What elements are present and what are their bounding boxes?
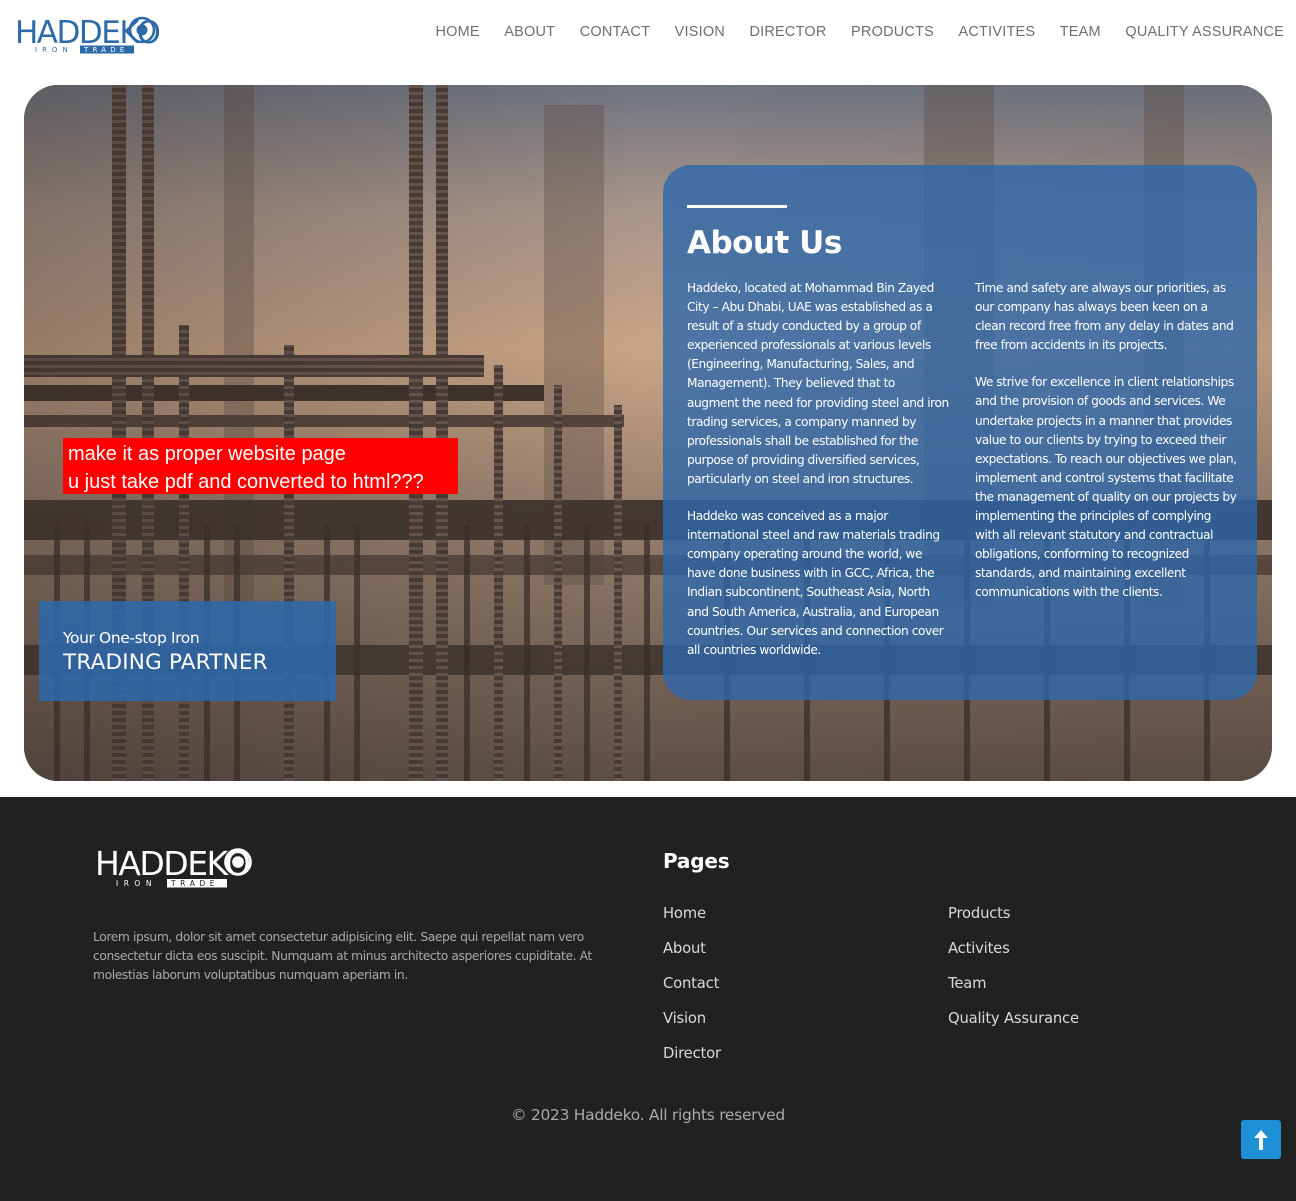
- footer-logo-dot: [232, 856, 244, 868]
- arrow-up-icon: [1254, 1129, 1268, 1150]
- footer-link-activites[interactable]: Activites: [948, 940, 1010, 957]
- list-item: Team: [948, 975, 1079, 1010]
- footer-link-contact[interactable]: Contact: [663, 975, 719, 992]
- nav-products[interactable]: PRODUCTS: [851, 24, 934, 40]
- list-item: Vision: [663, 1010, 721, 1045]
- footer-pages-title: Pages: [663, 849, 730, 873]
- nav-activites[interactable]: ACTIVITES: [959, 24, 1036, 40]
- footer-link-team[interactable]: Team: [948, 975, 987, 992]
- footer-links-col1: Home About Contact Vision Director: [663, 905, 721, 1080]
- list-item: Director: [663, 1045, 721, 1080]
- nav-home[interactable]: HOME: [435, 24, 479, 40]
- review-note: make it as proper website page u just ta…: [63, 438, 458, 494]
- footer-link-home[interactable]: Home: [663, 905, 706, 922]
- footer-link-vision[interactable]: Vision: [663, 1010, 706, 1027]
- hero-tagline: Your One-stop Iron TRADING PARTNER: [39, 601, 336, 701]
- copyright-text: © 2023 Haddeko. All rights reserved: [511, 1106, 785, 1124]
- list-item: About: [663, 940, 721, 975]
- logo-sub-left: IRON: [35, 46, 73, 54]
- about-paragraph: Haddeko, located at Mohammad Bin Zayed C…: [687, 281, 949, 486]
- list-item: Activites: [948, 940, 1079, 975]
- logo-dot: [136, 24, 148, 36]
- about-paragraph: We strive for excellence in client relat…: [975, 375, 1237, 600]
- review-note-line: u just take pdf and converted to html???: [68, 471, 424, 493]
- about-paragraph: Haddeko was conceived as a major interna…: [687, 509, 944, 657]
- list-item: Contact: [663, 975, 721, 1010]
- about-title: About Us: [687, 225, 842, 261]
- tagline-small: Your One-stop Iron: [63, 629, 200, 647]
- hero-section: About Us Haddeko, located at Mohammad Bi…: [24, 85, 1272, 781]
- about-paragraph: Time and safety are always our prioritie…: [975, 281, 1234, 353]
- review-note-line: make it as proper website page: [68, 443, 346, 465]
- nav-contact[interactable]: CONTACT: [580, 24, 650, 40]
- about-column-right: Time and safety are always our prioritie…: [975, 279, 1237, 603]
- footer-link-quality-assurance[interactable]: Quality Assurance: [948, 1010, 1079, 1027]
- footer-link-products[interactable]: Products: [948, 905, 1010, 922]
- footer-logo-mark: HADDEKO IRON TRADE: [95, 844, 252, 888]
- footer-logo-sub-left: IRON: [116, 879, 157, 888]
- nav-quality-assurance[interactable]: QUALITY ASSURANCE: [1125, 24, 1284, 40]
- footer-logo[interactable]: HADDEKO IRON TRADE: [94, 844, 254, 889]
- about-card: About Us Haddeko, located at Mohammad Bi…: [663, 165, 1257, 700]
- footer-link-director[interactable]: Director: [663, 1045, 721, 1062]
- site-header: HADDEKO IRON TRADE HOME ABOUT CONTACT VI…: [0, 0, 1296, 70]
- footer-logo-sub-right: TRADE: [170, 879, 219, 888]
- list-item: Products: [948, 905, 1079, 940]
- tagline-big: TRADING PARTNER: [63, 650, 268, 675]
- site-footer: HADDEKO IRON TRADE Lorem ipsum, dolor si…: [0, 797, 1296, 1201]
- nav-director[interactable]: DIRECTOR: [749, 24, 826, 40]
- site-logo[interactable]: HADDEKO IRON TRADE: [14, 14, 159, 56]
- footer-description: Lorem ipsum, dolor sit amet consectetur …: [93, 930, 592, 982]
- nav-about[interactable]: ABOUT: [504, 24, 555, 40]
- about-title-bar: [687, 205, 787, 208]
- nav-team[interactable]: TEAM: [1060, 24, 1101, 40]
- about-column-left: Haddeko, located at Mohammad Bin Zayed C…: [687, 279, 949, 660]
- main-nav: HOME ABOUT CONTACT VISION DIRECTOR PRODU…: [435, 24, 1284, 40]
- back-to-top-button[interactable]: [1241, 1120, 1281, 1159]
- footer-link-about[interactable]: About: [663, 940, 706, 957]
- logo-mark: HADDEKO IRON TRADE: [15, 15, 159, 54]
- logo-sub-right: TRADE: [83, 46, 128, 54]
- footer-links-col2: Products Activites Team Quality Assuranc…: [948, 905, 1079, 1045]
- list-item: Home: [663, 905, 721, 940]
- list-item: Quality Assurance: [948, 1010, 1079, 1045]
- nav-vision[interactable]: VISION: [675, 24, 725, 40]
